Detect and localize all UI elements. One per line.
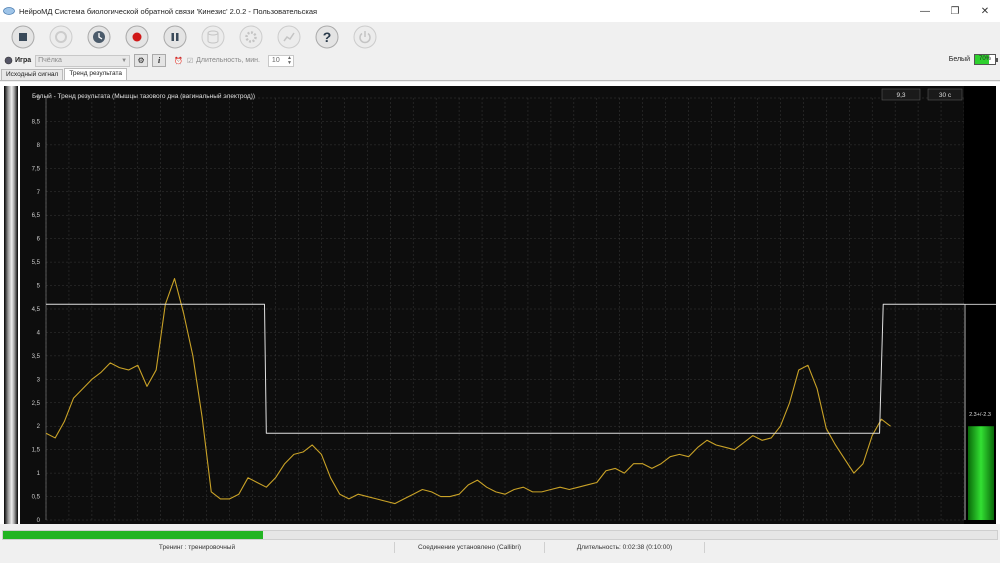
- y-tick-label: 6: [37, 237, 41, 243]
- chart-title: Белый - Тренд результата (Мышцы тазового…: [32, 92, 255, 100]
- stop-button[interactable]: [10, 24, 36, 50]
- timer-button[interactable]: [86, 24, 112, 50]
- tab-result-trend[interactable]: Тренд результата: [64, 68, 128, 80]
- y-tick-label: 3,5: [32, 354, 41, 360]
- y-tick-label: 8,5: [32, 119, 41, 125]
- plot-area: 0 0,5 1 1,5 2 2,5 3 3,5 4 4,5 5 5,5 6 6,5 7 7,5 8 8,5 9 Бе…: [0, 82, 1000, 524]
- power-icon: [353, 25, 377, 49]
- y-tick-label: 5,5: [32, 260, 41, 266]
- game-select[interactable]: Пчёлка ▼: [35, 54, 131, 67]
- status-training: Тренинг : тренировочный: [0, 542, 395, 553]
- info-button[interactable]: i: [152, 54, 167, 67]
- y-tick-label: 1: [37, 471, 41, 477]
- help-button[interactable]: ?: [314, 24, 340, 50]
- y-tick-label: 6,5: [32, 213, 41, 219]
- battery-percent: 70%: [978, 56, 991, 62]
- game-gear-icon: [4, 56, 13, 65]
- restore-button[interactable]: ❐: [940, 0, 970, 22]
- y-tick-label: 7,5: [32, 166, 41, 172]
- y-tick-label: 4,5: [32, 307, 41, 313]
- record-button[interactable]: [124, 24, 150, 50]
- help-icon: ?: [315, 25, 339, 49]
- level-meter-panel: 2.3+/-2.3: [964, 86, 996, 524]
- start-button[interactable]: [48, 24, 74, 50]
- session-progress-fill: [3, 531, 264, 539]
- status-bar: Тренинг : тренировочный Соединение устан…: [0, 542, 1000, 553]
- y-tick-label: 5: [37, 284, 41, 290]
- session-progress-bar: [2, 530, 998, 540]
- chevron-down-icon: ▼: [121, 57, 128, 64]
- duration-label: Длительность, мин.: [196, 57, 260, 64]
- y-tick-label: 3: [37, 377, 41, 383]
- signal-trend-line: [45, 277, 891, 505]
- readout-value: 9,3: [896, 92, 905, 99]
- stop-icon: [11, 25, 35, 49]
- minimize-button[interactable]: —: [910, 0, 940, 22]
- status-duration: Длительность: 0:02:38 (0:10:00): [545, 542, 705, 553]
- power-button[interactable]: [352, 24, 378, 50]
- y-tick-label: 8: [37, 143, 41, 149]
- left-scale-bar: [4, 86, 18, 524]
- record-icon: [125, 25, 149, 49]
- close-button[interactable]: ✕: [970, 0, 1000, 22]
- alarm-clock-icon: ⏰: [174, 57, 183, 65]
- pause-icon: [163, 25, 187, 49]
- y-tick-label: 0: [37, 518, 41, 524]
- duration-value: 10: [271, 57, 280, 64]
- database-button[interactable]: [200, 24, 226, 50]
- chart-icon: [277, 25, 301, 49]
- game-label: Игра: [15, 57, 32, 64]
- report-button[interactable]: [276, 24, 302, 50]
- game-select-value: Пчёлка: [38, 56, 62, 64]
- view-tabs: Исходный сигнал Тренд результата: [0, 68, 1000, 81]
- range-label: 2.3+/-2.3: [969, 412, 991, 418]
- title-bar: НейроМД Система биологической обратной с…: [0, 0, 1000, 22]
- clock-icon: [87, 25, 111, 49]
- spinner-arrows-icon[interactable]: ▲ ▼: [287, 55, 292, 66]
- pause-button[interactable]: [162, 24, 188, 50]
- disc-icon: [49, 25, 73, 49]
- y-tick-label: 7: [37, 190, 41, 196]
- settings-button[interactable]: [238, 24, 264, 50]
- trend-chart-svg: 00,511,522,533,544,555,566,577,588,59 Бе…: [32, 88, 965, 524]
- y-tick-label: 4: [37, 330, 41, 336]
- y-tick-label: 1,5: [32, 448, 41, 454]
- y-tick-label: 2,5: [32, 401, 41, 407]
- tab-raw-signal[interactable]: Исходный сигнал: [1, 69, 64, 80]
- help-glyph: ?: [323, 29, 332, 45]
- battery-indicator: 70%: [974, 54, 998, 65]
- status-connection: Соединение установлено (Callibri): [395, 542, 545, 553]
- user-status: Белый 70%: [948, 54, 998, 65]
- y-tick-label: 0,5: [32, 495, 41, 501]
- main-toolbar: ?: [0, 22, 1000, 52]
- window-title: НейроМД Система биологической обратной с…: [19, 6, 318, 16]
- level-meter-svg: 2.3+/-2.3: [964, 303, 996, 520]
- readout-time: 30 с: [939, 92, 952, 99]
- y-tick-label: 2: [37, 424, 41, 430]
- gear-icon: [239, 25, 263, 49]
- options-bar: Игра Пчёлка ▼ ⚙ i ⏰ ☑ Длительность, мин.…: [0, 52, 1000, 69]
- user-name: Белый: [948, 56, 970, 63]
- level-meter-bar: [968, 426, 994, 520]
- settings-small-icon: ⚙: [137, 56, 145, 65]
- game-settings-button[interactable]: ⚙: [134, 54, 149, 67]
- duration-spinner[interactable]: 10 ▲ ▼: [267, 54, 294, 67]
- trend-chart: 0 0,5 1 1,5 2 2,5 3 3,5 4 4,5 5 5,5 6 6,5 7 7,5 8 8,5 9 Бе…: [20, 86, 966, 524]
- database-icon: [201, 25, 225, 49]
- duration-checkbox[interactable]: ☑: [187, 57, 193, 65]
- brain-logo-icon: [3, 7, 15, 15]
